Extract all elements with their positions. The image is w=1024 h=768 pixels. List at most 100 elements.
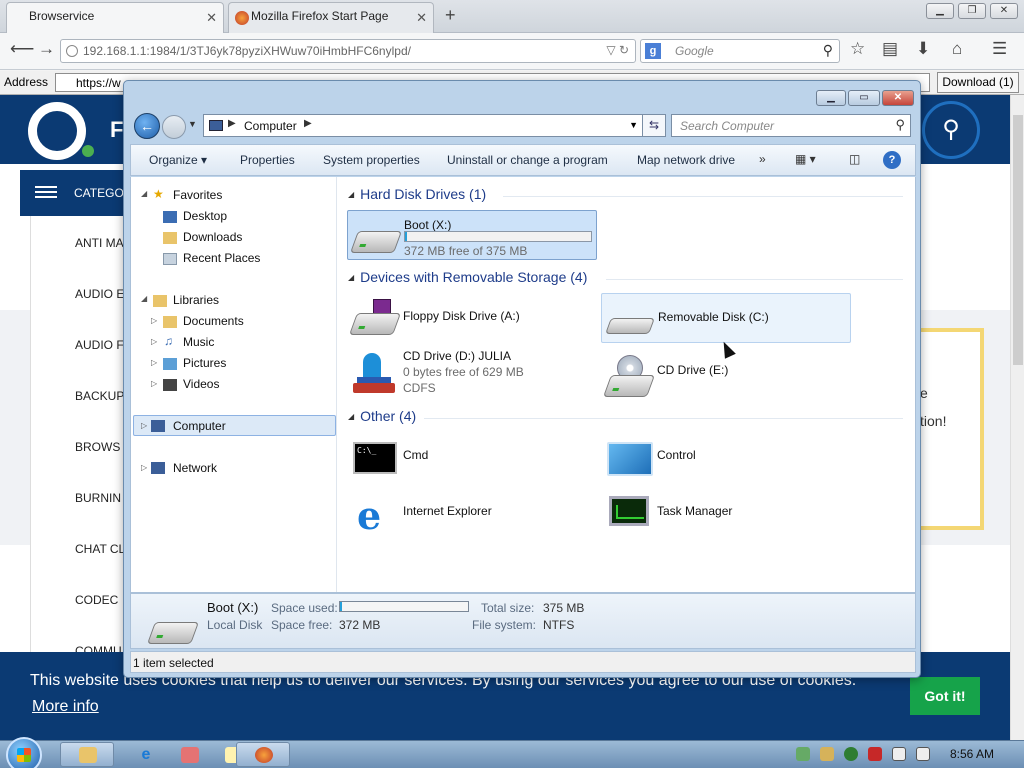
collapse-arrow-icon[interactable]: ▷ [151, 316, 157, 325]
system-properties-button[interactable]: System properties [323, 153, 420, 167]
nav-desktop[interactable]: Desktop [183, 209, 227, 223]
download-button[interactable]: Download (1) [937, 72, 1019, 93]
explorer-search-input[interactable]: Search Computer ⚲ [671, 114, 911, 137]
taskbar-firefox[interactable] [236, 742, 290, 767]
google-icon[interactable]: g [645, 43, 661, 59]
category-item[interactable]: CHAT CL [75, 542, 125, 556]
forward-arrow-icon[interactable] [162, 115, 186, 139]
site-search-icon[interactable]: ⚲ [922, 101, 980, 159]
recent-pages-dropdown[interactable]: ▼ [188, 119, 197, 129]
search-icon[interactable]: ⚲ [895, 117, 905, 133]
category-item[interactable]: AUDIO E [75, 287, 124, 301]
page-scrollbar[interactable] [1010, 95, 1024, 740]
network-tray-icon[interactable] [892, 747, 906, 761]
map-network-drive-button[interactable]: Map network drive [637, 153, 735, 167]
clock[interactable]: 8:56 AM [950, 747, 994, 761]
group-removable-storage[interactable]: ◢ Devices with Removable Storage (4) [348, 269, 587, 285]
nav-computer[interactable]: Computer [173, 419, 226, 433]
restore-button[interactable]: ❐ [958, 3, 986, 19]
start-button[interactable] [6, 737, 42, 768]
expand-arrow-icon[interactable]: ◢ [141, 189, 147, 198]
tray-icon[interactable] [796, 747, 810, 761]
collapse-arrow-icon[interactable]: ▷ [141, 421, 147, 430]
nav-network[interactable]: Network [173, 461, 217, 475]
change-view-icon[interactable]: ▦ ▾ [795, 152, 816, 166]
breadcrumb-computer[interactable]: Computer [244, 119, 297, 133]
collapse-arrow-icon[interactable]: ▷ [151, 379, 157, 388]
breadcrumb-chevron-icon[interactable]: ▶ [228, 118, 236, 129]
item-internet-explorer[interactable]: e Internet Explorer [347, 488, 597, 538]
refresh-icon[interactable]: ⇆ [642, 114, 666, 137]
nav-recent-places[interactable]: Recent Places [183, 251, 260, 265]
downloads-icon[interactable]: ⬇ [916, 39, 930, 59]
collapse-arrow-icon[interactable]: ▷ [141, 463, 147, 472]
drive-cd-d[interactable]: CD Drive (D:) JULIA 0 bytes free of 629 … [347, 347, 597, 403]
category-item[interactable]: BACKUP [75, 389, 124, 403]
category-item[interactable]: AUDIO F [75, 338, 124, 352]
group-other[interactable]: ◢ Other (4) [348, 408, 416, 424]
nav-music[interactable]: Music [183, 335, 214, 349]
tab-browservice[interactable]: Browservice ✕ [6, 2, 224, 33]
nav-documents[interactable]: Documents [183, 314, 244, 328]
minimize-button[interactable]: ▁ [926, 3, 954, 19]
item-control[interactable]: Control [601, 432, 851, 482]
nav-pictures[interactable]: Pictures [183, 356, 226, 370]
collapse-arrow-icon[interactable]: ▷ [151, 337, 157, 346]
close-tab-icon[interactable]: ✕ [206, 10, 217, 26]
play-icon[interactable] [844, 747, 858, 761]
forward-icon[interactable]: → [38, 39, 55, 59]
bookmark-star-icon[interactable]: ☆ [850, 39, 865, 59]
preview-pane-icon[interactable]: ◫ [849, 152, 860, 166]
properties-button[interactable]: Properties [240, 153, 295, 167]
volume-muted-icon[interactable] [916, 747, 930, 761]
category-item[interactable]: BURNIN [75, 491, 121, 505]
nav-libraries[interactable]: Libraries [173, 293, 219, 307]
back-arrow-icon[interactable]: ← [134, 113, 160, 139]
home-icon[interactable]: ⌂ [952, 39, 962, 59]
close-window-button[interactable]: ✕ [990, 3, 1018, 19]
scrollbar-thumb[interactable] [1013, 115, 1023, 365]
category-item[interactable]: ANTI MA [75, 236, 124, 250]
reload-icon[interactable]: ▽ ↻ [606, 43, 629, 57]
more-info-link[interactable]: More info [32, 698, 99, 716]
got-it-button[interactable]: Got it! [910, 677, 980, 715]
explorer-title-bar[interactable]: ▁ ▭ ✕ [124, 81, 920, 109]
category-item[interactable]: BROWS [75, 440, 120, 454]
explorer-maximize-button[interactable]: ▭ [848, 90, 880, 106]
menu-icon[interactable]: ☰ [992, 39, 1007, 59]
nav-videos[interactable]: Videos [183, 377, 219, 391]
site-logo[interactable] [28, 102, 86, 160]
item-cmd[interactable]: C:\_ Cmd [347, 432, 597, 482]
address-dropdown-icon[interactable]: ▼ [629, 120, 638, 130]
help-icon[interactable]: ? [883, 151, 901, 169]
drive-boot-x[interactable]: Boot (X:) 372 MB free of 375 MB [347, 210, 597, 260]
expand-arrow-icon[interactable]: ◢ [141, 294, 147, 303]
nav-favorites[interactable]: Favorites [173, 188, 222, 202]
search-icon[interactable]: ⚲ [823, 42, 833, 59]
new-tab-button[interactable]: + [445, 5, 456, 26]
nav-downloads[interactable]: Downloads [183, 230, 242, 244]
tab-firefox-start[interactable]: Mozilla Firefox Start Page ✕ [228, 2, 434, 33]
search-bar[interactable]: g Google ⚲ [640, 39, 840, 63]
more-commands-icon[interactable]: » [759, 152, 766, 166]
tray-icon[interactable] [868, 747, 882, 761]
organize-button[interactable]: Organize ▾ [149, 153, 207, 167]
back-icon[interactable]: ⟵ [10, 39, 34, 59]
explorer-minimize-button[interactable]: ▁ [816, 90, 846, 106]
drive-floppy-a[interactable]: Floppy Disk Drive (A:) [347, 293, 597, 343]
breadcrumb[interactable]: ▶ Computer ▶ ▼ [203, 114, 643, 137]
item-task-manager[interactable]: Task Manager [601, 488, 851, 538]
url-bar[interactable]: 192.168.1.1:1984/1/3TJ6yk78pyziXHWuw70iH… [60, 39, 636, 63]
breadcrumb-chevron-icon[interactable]: ▶ [304, 118, 312, 129]
taskbar-explorer[interactable] [60, 742, 114, 767]
bookmarks-list-icon[interactable]: ▤ [882, 39, 898, 59]
drive-removable-c[interactable]: Removable Disk (C:) [601, 293, 851, 343]
group-hard-disk-drives[interactable]: ◢ Hard Disk Drives (1) [348, 186, 486, 202]
category-item[interactable]: CODEC [75, 593, 118, 607]
explorer-close-button[interactable]: ✕ [882, 90, 914, 106]
close-tab-icon[interactable]: ✕ [416, 10, 427, 26]
collapse-arrow-icon[interactable]: ▷ [151, 358, 157, 367]
categories-bar[interactable]: CATEGOR [20, 170, 132, 216]
uninstall-program-button[interactable]: Uninstall or change a program [447, 153, 608, 167]
tray-icon[interactable] [820, 747, 834, 761]
